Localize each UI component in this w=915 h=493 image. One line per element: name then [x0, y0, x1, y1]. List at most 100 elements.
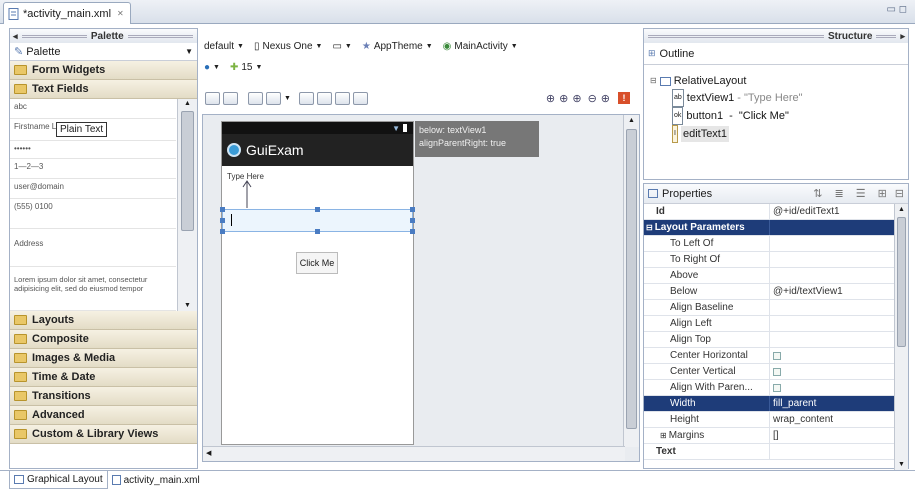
sort-icon[interactable]: ⇅ [813, 187, 822, 200]
category-time-date[interactable]: Time & Date [10, 368, 197, 387]
activity-dropdown[interactable]: ◉ MainActivity ▼ [443, 41, 518, 52]
selected-edittext[interactable] [220, 207, 415, 234]
config-dropdown[interactable]: default ▼ [204, 41, 244, 52]
category-custom-library-views[interactable]: Custom & Library Views [10, 425, 197, 444]
filter-icon[interactable]: ≣ [834, 187, 843, 200]
property-row-center-horizontal[interactable]: Center Horizontal– [644, 348, 908, 364]
selection-handle[interactable] [220, 207, 225, 212]
category-images-media[interactable]: Images & Media [10, 349, 197, 368]
collapse-section-icon[interactable]: ⊟ [646, 223, 653, 232]
property-row-center-vertical[interactable]: Center Vertical– [644, 364, 908, 380]
collapse-node-icon[interactable]: ⊟ [650, 73, 657, 89]
canvas-hscrollbar[interactable]: ◀ [203, 446, 625, 461]
tree-node-textview1[interactable]: ab textView1 - "Type Here" [650, 89, 908, 107]
list-icon[interactable]: ☰ [856, 187, 866, 200]
palette-item-phone-number[interactable]: (555) 0100 [10, 199, 176, 229]
scroll-up-icon[interactable]: ▲ [895, 204, 908, 215]
palette-item-password[interactable]: •••••• [10, 141, 176, 159]
zoom-actual-icon[interactable]: ⊕ [559, 92, 568, 105]
scroll-thumb[interactable] [897, 217, 906, 347]
selection-handle[interactable] [220, 218, 225, 223]
editor-tab[interactable]: *activity_main.xml ✕ [3, 2, 131, 24]
property-row-align-left[interactable]: Align Left– [644, 316, 908, 332]
tab-xml-source[interactable]: activity_main.xml [108, 471, 204, 489]
palette-item-email[interactable]: user@domain [10, 179, 176, 199]
property-row-width[interactable]: Width fill_parent ▼ [644, 396, 908, 412]
center-button[interactable] [334, 91, 350, 105]
palette-item-phone[interactable]: 1—2—3 [10, 159, 176, 179]
palette-item-plain-text[interactable]: abc [10, 99, 176, 119]
scroll-down-icon[interactable]: ▼ [178, 301, 197, 311]
refresh-button[interactable] [352, 91, 368, 105]
gravity-button[interactable] [266, 91, 281, 105]
selection-handle[interactable] [410, 207, 415, 212]
scroll-thumb[interactable] [626, 129, 637, 429]
tree-node-button1[interactable]: ok button1 - "Click Me" [650, 107, 908, 125]
property-row-to-left-of[interactable]: To Left Of– [644, 236, 908, 252]
layout-width-button[interactable] [205, 91, 220, 105]
zoom-reset-icon[interactable]: ⊕ [601, 92, 610, 105]
section-layout-parameters[interactable]: ⊟ Layout Parameters [644, 220, 908, 236]
property-row-to-right-of[interactable]: To Right Of– [644, 252, 908, 268]
collapse-right-icon[interactable]: ▸ [900, 31, 905, 42]
property-row-height[interactable]: Heightwrap_content– [644, 412, 908, 428]
palette-item-multiline[interactable]: Lorem ipsum dolor sit amet, consectetur … [10, 267, 176, 311]
selection-handle[interactable] [410, 229, 415, 234]
palette-scrollbar[interactable]: ▲ ▼ [177, 99, 197, 311]
category-advanced[interactable]: Advanced [10, 406, 197, 425]
expand-node-icon[interactable]: ⊞ [660, 431, 667, 440]
expand-all-icon[interactable]: ⊞ [878, 187, 887, 200]
selection-handle[interactable] [220, 229, 225, 234]
canvas-vscrollbar[interactable]: ▲ [623, 115, 639, 447]
tab-graphical-layout[interactable]: Graphical Layout [9, 471, 108, 489]
error-icon[interactable]: ! [618, 92, 630, 104]
zoom-fit-icon[interactable]: ⊕ [572, 92, 581, 105]
tree-node-edittext1[interactable]: I editText1 [650, 125, 908, 143]
category-layouts[interactable]: Layouts [10, 311, 197, 330]
properties-scrollbar[interactable]: ▲ ▼ [894, 204, 908, 470]
scroll-up-icon[interactable]: ▲ [178, 99, 197, 109]
checkbox[interactable] [773, 351, 781, 360]
window-controls[interactable]: ▭ ◻ [886, 4, 907, 15]
scroll-left-icon[interactable]: ◀ [206, 450, 211, 457]
distribute-button[interactable] [298, 91, 314, 105]
selection-handle[interactable] [410, 218, 415, 223]
scroll-up-icon[interactable]: ▲ [624, 115, 639, 127]
chevron-down-icon[interactable]: ▼ [284, 95, 291, 102]
api-level-dropdown[interactable]: ✚ 15 ▼ [230, 62, 262, 73]
collapse-left-icon[interactable]: ◂ [13, 31, 18, 42]
layout-canvas[interactable]: ▼ GuiExam Type Here Click Me below: text… [202, 114, 640, 462]
property-row-above[interactable]: Above– [644, 268, 908, 284]
scroll-down-icon[interactable]: ▼ [895, 459, 908, 470]
palette-item-address[interactable]: Address [10, 229, 176, 267]
property-row-margins[interactable]: ⊞ Margins [] [644, 428, 908, 444]
orientation-dropdown[interactable]: ▭ ▼ [332, 41, 351, 52]
collapse-all-icon[interactable]: ⊟ [895, 187, 904, 200]
selection-handle[interactable] [315, 207, 320, 212]
close-tab-icon[interactable]: ✕ [117, 9, 124, 18]
category-composite[interactable]: Composite [10, 330, 197, 349]
property-row-align-with-parent[interactable]: Align With Paren...– [644, 380, 908, 396]
outline-tab[interactable]: ⊞ Outline [644, 43, 908, 65]
property-row-align-top[interactable]: Align Top– [644, 332, 908, 348]
property-row-below[interactable]: Below@+id/textView1– [644, 284, 908, 300]
zoom-out-icon[interactable]: ⊖ [588, 92, 597, 105]
checkbox[interactable] [773, 383, 781, 392]
margins-button[interactable] [248, 91, 263, 105]
selection-handle[interactable] [315, 229, 320, 234]
layout-height-button[interactable] [223, 91, 238, 105]
device-dropdown[interactable]: ▯ Nexus One ▼ [254, 41, 322, 52]
property-row-id[interactable]: Id @+id/editText1 – [644, 204, 908, 220]
property-row-text[interactable]: Text – [644, 444, 908, 460]
scroll-thumb[interactable] [181, 111, 194, 231]
checkbox[interactable] [773, 367, 781, 376]
palette-selector[interactable]: ✎ Palette ▼ [10, 43, 197, 61]
locale-dropdown[interactable]: ● ▼ [204, 62, 220, 73]
baseline-button[interactable] [316, 91, 332, 105]
zoom-in-icon[interactable]: ⊕ [546, 92, 555, 105]
button-click-me[interactable]: Click Me [296, 252, 338, 274]
theme-dropdown[interactable]: ★ AppTheme ▼ [362, 41, 433, 52]
category-form-widgets[interactable]: Form Widgets [10, 61, 197, 80]
tree-node-relativelayout[interactable]: ⊟ RelativeLayout [650, 73, 908, 89]
property-row-align-baseline[interactable]: Align Baseline– [644, 300, 908, 316]
